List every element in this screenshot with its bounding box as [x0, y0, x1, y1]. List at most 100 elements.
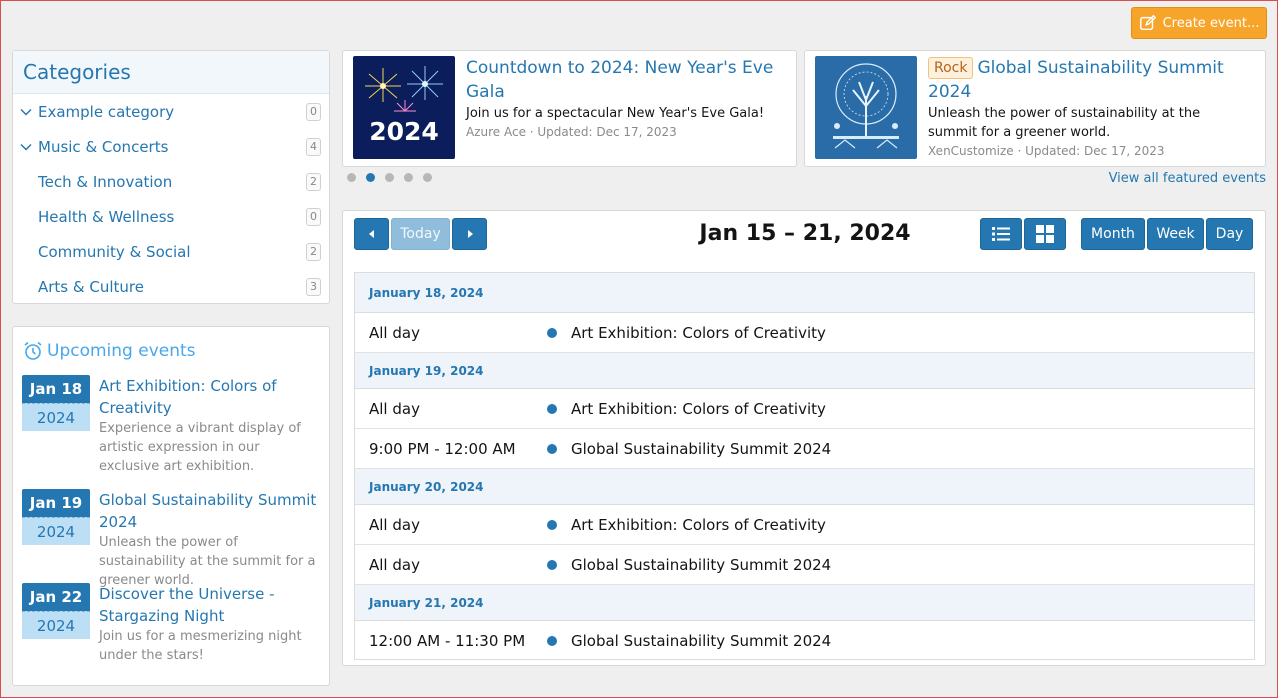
day-view-button[interactable]: Day — [1206, 218, 1253, 250]
category-item-community[interactable]: Community & Social 2 — [13, 234, 329, 269]
event-title[interactable]: Global Sustainability Summit 2024 — [571, 556, 831, 574]
calendar-panel: Today Jan 15 – 21, 2024 Month Week Day J… — [342, 210, 1266, 666]
category-label: Arts & Culture — [38, 277, 144, 296]
list-icon — [992, 227, 1010, 241]
category-label: Example category — [38, 102, 175, 121]
week-view-button[interactable]: Week — [1147, 218, 1204, 250]
event-title[interactable]: Global Sustainability Summit 2024 — [571, 632, 831, 650]
event-row[interactable]: All day Global Sustainability Summit 202… — [355, 545, 1254, 585]
event-title[interactable]: Global Sustainability Summit 2024 — [571, 440, 831, 458]
date-day: Jan 22 — [22, 583, 90, 611]
upcoming-item[interactable]: Jan 19 2024 Global Sustainability Summit… — [22, 489, 327, 590]
featured-event-meta: XenCustomize · Updated: Dec 17, 2023 — [928, 144, 1165, 158]
upcoming-item-title[interactable]: Art Exhibition: Colors of Creativity — [99, 375, 320, 419]
category-count: 2 — [306, 242, 321, 261]
event-row[interactable]: All day Art Exhibition: Colors of Creati… — [355, 389, 1254, 429]
rock-badge[interactable]: Rock — [928, 57, 974, 79]
upcoming-item-description: Unleash the power of sustainability at t… — [99, 535, 316, 588]
category-count: 0 — [306, 102, 321, 121]
event-time: All day — [369, 555, 420, 574]
category-item-example[interactable]: Example category 0 — [13, 94, 329, 129]
thumbnail-year: 2024 — [369, 117, 439, 146]
event-time: All day — [369, 323, 420, 342]
date-box: Jan 18 2024 — [22, 375, 90, 476]
calendar-range-title: Jan 15 – 21, 2024 — [699, 221, 911, 246]
category-label: Community & Social — [38, 242, 191, 261]
alarm-clock-icon — [24, 341, 42, 360]
upcoming-item-description: Join us for a mesmerizing night under th… — [99, 629, 302, 663]
event-title[interactable]: Art Exhibition: Colors of Creativity — [571, 400, 826, 418]
prev-week-button[interactable] — [354, 218, 389, 250]
event-dot-icon — [547, 403, 557, 414]
event-dot-icon — [547, 443, 557, 454]
event-row[interactable]: 12:00 AM - 11:30 PM Global Sustainabilit… — [355, 621, 1254, 661]
upcoming-item[interactable]: Jan 18 2024 Art Exhibition: Colors of Cr… — [22, 375, 327, 476]
event-time: All day — [369, 399, 420, 418]
date-day: Jan 18 — [22, 375, 90, 403]
category-count: 0 — [306, 207, 321, 226]
event-time: All day — [369, 515, 420, 534]
next-week-button[interactable] — [452, 218, 487, 250]
caret-right-icon — [467, 230, 473, 238]
event-dot-icon — [547, 519, 557, 530]
featured-event-card[interactable]: 2024 Countdown to 2024: New Year's Eve G… — [342, 50, 797, 167]
event-dot-icon — [547, 636, 557, 646]
day-header: January 20, 2024 — [355, 469, 1254, 505]
grid-view-button[interactable] — [1024, 218, 1066, 250]
carousel-dot-2[interactable] — [366, 173, 375, 182]
categories-list: Example category 0 Music & Concerts 4 Te… — [13, 94, 329, 304]
view-all-featured-link[interactable]: View all featured events — [1060, 171, 1266, 186]
category-count: 2 — [306, 172, 321, 191]
category-count: 4 — [306, 137, 321, 156]
day-header: January 21, 2024 — [355, 585, 1254, 621]
event-row[interactable]: All day Art Exhibition: Colors of Creati… — [355, 505, 1254, 545]
day-header: January 18, 2024 — [355, 273, 1254, 313]
category-item-arts[interactable]: Arts & Culture 3 — [13, 269, 329, 304]
categories-panel: Categories Example category 0 Music & Co… — [12, 50, 330, 304]
date-year: 2024 — [22, 517, 90, 545]
upcoming-item-description: Experience a vibrant display of artistic… — [99, 421, 301, 474]
caret-left-icon — [368, 230, 374, 238]
upcoming-item-title[interactable]: Global Sustainability Summit 2024 — [99, 489, 320, 533]
month-view-button[interactable]: Month — [1081, 218, 1145, 250]
event-dot-icon — [547, 327, 557, 338]
day-header: January 19, 2024 — [355, 353, 1254, 389]
upcoming-events-header: Upcoming events — [13, 327, 329, 365]
event-dot-icon — [547, 559, 557, 570]
featured-event-title[interactable]: Countdown to 2024: New Year's Eve Gala — [466, 56, 775, 104]
event-title[interactable]: Art Exhibition: Colors of Creativity — [571, 324, 826, 342]
date-box: Jan 22 2024 — [22, 583, 90, 665]
create-event-label: Create event... — [1162, 15, 1260, 31]
category-item-music[interactable]: Music & Concerts 4 — [13, 129, 329, 164]
upcoming-item-title[interactable]: Discover the Universe - Stargazing Night — [99, 583, 320, 627]
carousel-dot-3[interactable] — [385, 173, 394, 182]
date-day: Jan 19 — [22, 489, 90, 517]
event-row[interactable]: All day Art Exhibition: Colors of Creati… — [355, 313, 1254, 353]
grid-icon — [1036, 225, 1054, 243]
featured-event-card[interactable]: Rock Global Sustainability Summit 2024 Un… — [804, 50, 1266, 167]
edit-icon — [1139, 14, 1156, 31]
category-item-health[interactable]: Health & Wellness 0 — [13, 199, 329, 234]
chevron-down-icon[interactable] — [20, 141, 38, 153]
category-label: Music & Concerts — [38, 137, 169, 156]
carousel-dot-4[interactable] — [404, 173, 413, 182]
create-event-button[interactable]: Create event... — [1131, 7, 1267, 39]
chevron-down-icon[interactable] — [20, 106, 38, 118]
upcoming-item[interactable]: Jan 22 2024 Discover the Universe - Star… — [22, 583, 327, 665]
event-row[interactable]: 9:00 PM - 12:00 AM Global Sustainability… — [355, 429, 1254, 469]
carousel-dot-1[interactable] — [347, 173, 356, 182]
categories-title: Categories — [13, 51, 329, 94]
fireworks-thumbnail[interactable]: 2024 — [353, 56, 455, 159]
upcoming-events-title: Upcoming events — [47, 340, 196, 361]
category-label: Health & Wellness — [38, 207, 175, 226]
today-button[interactable]: Today — [391, 218, 450, 250]
carousel-dots — [347, 173, 432, 182]
event-title[interactable]: Art Exhibition: Colors of Creativity — [571, 516, 826, 534]
category-label: Tech & Innovation — [38, 172, 173, 191]
event-time: 12:00 AM - 11:30 PM — [369, 632, 526, 650]
tree-illustration-thumbnail[interactable] — [815, 56, 917, 159]
list-view-button[interactable] — [980, 218, 1022, 250]
carousel-dot-5[interactable] — [423, 173, 432, 182]
featured-event-description: Unleash the power of sustainability at t… — [928, 106, 1201, 140]
category-item-tech[interactable]: Tech & Innovation 2 — [13, 164, 329, 199]
